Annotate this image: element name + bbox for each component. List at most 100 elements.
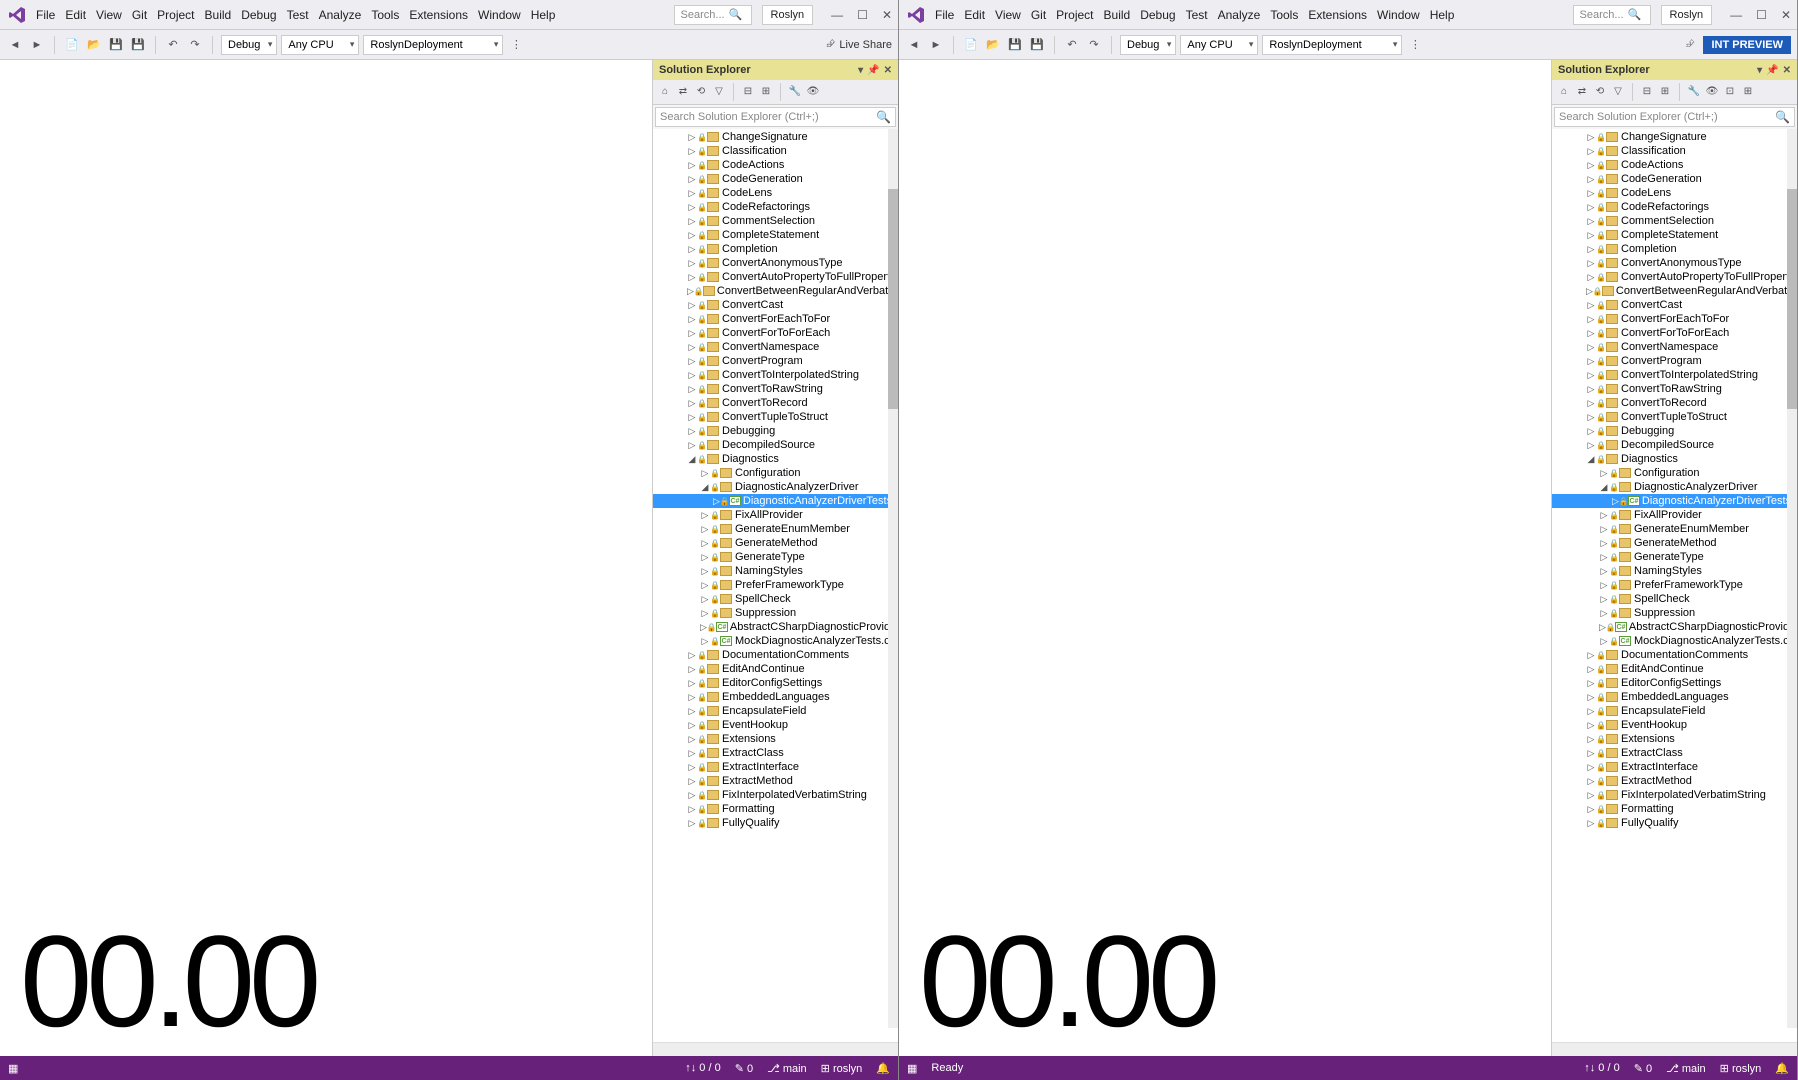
folder-item[interactable]: ▷🔒GenerateEnumMember bbox=[1552, 522, 1797, 536]
folder-item[interactable]: ▷🔒ConvertNamespace bbox=[653, 340, 898, 354]
folder-item[interactable]: ▷🔒ExtractInterface bbox=[653, 760, 898, 774]
expand-icon[interactable]: ▷ bbox=[687, 818, 697, 829]
save-icon[interactable]: 💾 bbox=[107, 36, 125, 54]
menu-window[interactable]: Window bbox=[478, 8, 521, 22]
folder-item[interactable]: ▷🔒Extensions bbox=[1552, 732, 1797, 746]
folder-item[interactable]: ▷🔒ConvertForToForEach bbox=[653, 326, 898, 340]
expand-icon[interactable]: ▷ bbox=[700, 552, 710, 563]
solution-tree[interactable]: ▷🔒ChangeSignature▷🔒Classification▷🔒CodeA… bbox=[1552, 129, 1797, 1042]
redo-icon[interactable]: ↷ bbox=[1085, 36, 1103, 54]
menu-git[interactable]: Git bbox=[132, 8, 147, 22]
expand-icon[interactable]: ▷ bbox=[700, 636, 710, 647]
menu-build[interactable]: Build bbox=[1104, 8, 1131, 22]
menu-edit[interactable]: Edit bbox=[964, 8, 985, 22]
sb-branch-icon[interactable]: ⎇ main bbox=[767, 1062, 807, 1075]
folder-item[interactable]: ▷🔒PreferFrameworkType bbox=[653, 578, 898, 592]
se-search-box[interactable]: Search Solution Explorer (Ctrl+;)🔍 bbox=[1554, 107, 1795, 127]
expand-icon[interactable]: ▷ bbox=[687, 272, 697, 283]
expand-icon[interactable]: ▷ bbox=[687, 734, 697, 745]
expand-icon[interactable]: ▷ bbox=[1586, 720, 1596, 731]
expand-icon[interactable]: ▷ bbox=[1599, 468, 1609, 479]
expand-icon[interactable]: ▷ bbox=[1586, 762, 1596, 773]
expand-icon[interactable]: ▷ bbox=[1586, 692, 1596, 703]
folder-item[interactable]: ▷🔒SpellCheck bbox=[1552, 592, 1797, 606]
new-icon[interactable]: 📄 bbox=[962, 36, 980, 54]
expand-icon[interactable]: ▷ bbox=[1586, 790, 1596, 801]
se-dropdown-icon[interactable]: ▾ bbox=[1757, 65, 1762, 76]
folder-item[interactable]: ▷🔒Suppression bbox=[653, 606, 898, 620]
se-preview-icon[interactable]: 👁 bbox=[1704, 83, 1720, 99]
folder-item[interactable]: ▷🔒ConvertToInterpolatedString bbox=[653, 368, 898, 382]
expand-icon[interactable]: ▷ bbox=[1586, 328, 1596, 339]
expand-icon[interactable]: ▷ bbox=[687, 188, 697, 199]
config-combo[interactable]: Debug bbox=[221, 35, 277, 55]
platform-combo[interactable]: Any CPU bbox=[281, 35, 359, 55]
folder-item[interactable]: ▷🔒FixAllProvider bbox=[653, 508, 898, 522]
menu-test[interactable]: Test bbox=[287, 8, 309, 22]
sb-bell-icon[interactable]: 🔔 bbox=[1775, 1062, 1789, 1075]
expand-icon[interactable]: ▷ bbox=[687, 426, 697, 437]
expand-icon[interactable]: ▷ bbox=[713, 496, 720, 507]
expand-icon[interactable]: ▷ bbox=[687, 146, 697, 157]
folder-item[interactable]: ▷🔒GenerateMethod bbox=[653, 536, 898, 550]
expand-icon[interactable]: ▷ bbox=[1586, 398, 1596, 409]
titlebar-search[interactable]: Search...🔍 bbox=[1573, 5, 1651, 25]
folder-item[interactable]: ▷🔒ChangeSignature bbox=[653, 130, 898, 144]
expand-icon[interactable]: ▷ bbox=[1586, 286, 1593, 297]
folder-item[interactable]: ▷🔒ConvertAutoPropertyToFullProperty bbox=[653, 270, 898, 284]
expand-icon[interactable]: ▷ bbox=[1586, 146, 1596, 157]
folder-item[interactable]: ▷🔒Debugging bbox=[1552, 424, 1797, 438]
folder-item[interactable]: ▷🔒CodeActions bbox=[1552, 158, 1797, 172]
folder-item[interactable]: ▷🔒EncapsulateField bbox=[653, 704, 898, 718]
menu-window[interactable]: Window bbox=[1377, 8, 1420, 22]
menu-build[interactable]: Build bbox=[205, 8, 232, 22]
se-extra2-icon[interactable]: ⊞ bbox=[1740, 83, 1756, 99]
se-extra1-icon[interactable]: ⊡ bbox=[1722, 83, 1738, 99]
se-pin-icon[interactable]: 📌 bbox=[1766, 65, 1778, 76]
menu-extensions[interactable]: Extensions bbox=[409, 8, 468, 22]
folder-item[interactable]: ▷🔒Formatting bbox=[653, 802, 898, 816]
folder-item[interactable]: ▷🔒EventHookup bbox=[653, 718, 898, 732]
file-item[interactable]: ▷🔒C#MockDiagnosticAnalyzerTests.cs bbox=[1552, 634, 1797, 648]
nav-back-icon[interactable]: ◄ bbox=[6, 36, 24, 54]
open-icon[interactable]: 📂 bbox=[85, 36, 103, 54]
expand-icon[interactable]: ▷ bbox=[1586, 202, 1596, 213]
expand-icon[interactable]: ▷ bbox=[1599, 524, 1609, 535]
expand-icon[interactable]: ▷ bbox=[1586, 342, 1596, 353]
expand-icon[interactable]: ▷ bbox=[1586, 216, 1596, 227]
folder-item[interactable]: ▷🔒SpellCheck bbox=[653, 592, 898, 606]
sb-branch-icon[interactable]: ⎇ main bbox=[1666, 1062, 1706, 1075]
overflow-icon[interactable]: ⋮ bbox=[507, 36, 525, 54]
file-item[interactable]: ▷🔒C#DiagnosticAnalyzerDriverTests.cs bbox=[1552, 494, 1797, 508]
folder-item[interactable]: ▷🔒GenerateType bbox=[1552, 550, 1797, 564]
se-close-icon[interactable]: ✕ bbox=[1783, 65, 1791, 76]
expand-icon[interactable]: ▷ bbox=[1586, 230, 1596, 241]
saveall-icon[interactable]: 💾 bbox=[1028, 36, 1046, 54]
folder-item[interactable]: ▷🔒ConvertForEachToFor bbox=[653, 312, 898, 326]
sb-tasks-icon[interactable]: ▦ bbox=[8, 1062, 18, 1075]
folder-item[interactable]: ▷🔒ConvertCast bbox=[653, 298, 898, 312]
folder-item[interactable]: ▷🔒EditAndContinue bbox=[653, 662, 898, 676]
solution-name-box[interactable]: Roslyn bbox=[762, 5, 814, 25]
folder-item[interactable]: ▷🔒CodeGeneration bbox=[1552, 172, 1797, 186]
expand-icon[interactable]: ▷ bbox=[687, 174, 697, 185]
folder-item[interactable]: ▷🔒Completion bbox=[653, 242, 898, 256]
folder-item[interactable]: ▷🔒CommentSelection bbox=[653, 214, 898, 228]
hscrollbar[interactable] bbox=[653, 1042, 898, 1056]
folder-item[interactable]: ▷🔒ConvertToRecord bbox=[1552, 396, 1797, 410]
sb-arrows-icon[interactable]: ↑↓ 0 / 0 bbox=[1584, 1062, 1619, 1074]
se-pin-icon[interactable]: 📌 bbox=[867, 65, 879, 76]
folder-item[interactable]: ▷🔒FullyQualify bbox=[653, 816, 898, 830]
expand-icon[interactable]: ▷ bbox=[1586, 664, 1596, 675]
expand-icon[interactable]: ▷ bbox=[1599, 594, 1609, 605]
saveall-icon[interactable]: 💾 bbox=[129, 36, 147, 54]
expand-icon[interactable]: ▷ bbox=[1599, 566, 1609, 577]
folder-item[interactable]: ▷🔒EditorConfigSettings bbox=[1552, 676, 1797, 690]
folder-item[interactable]: ▷🔒ExtractInterface bbox=[1552, 760, 1797, 774]
folder-item[interactable]: ▷🔒PreferFrameworkType bbox=[1552, 578, 1797, 592]
menu-help[interactable]: Help bbox=[531, 8, 556, 22]
se-showall-icon[interactable]: ⊞ bbox=[758, 83, 774, 99]
menu-test[interactable]: Test bbox=[1186, 8, 1208, 22]
minimize-icon[interactable]: — bbox=[831, 8, 843, 22]
expand-icon[interactable]: ▷ bbox=[687, 412, 697, 423]
